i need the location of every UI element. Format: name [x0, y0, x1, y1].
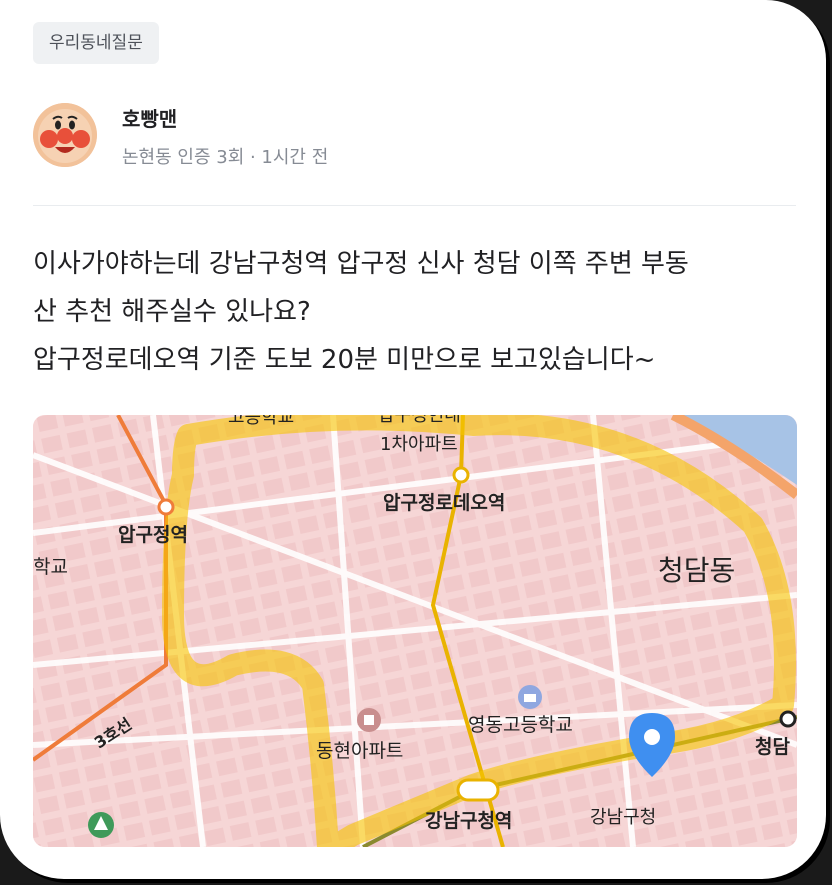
post-body-line: 산 추천 해주실수 있나요? [33, 297, 311, 327]
post-card: 우리동네질문 호빵맨 논현동 인증 3회 · 1시간 전 이사가야하는데 강남구… [0, 0, 826, 879]
apartment-icon-glyph [364, 715, 374, 725]
category-tag[interactable]: 우리동네질문 [33, 22, 159, 64]
station-apgujeong-icon[interactable] [157, 498, 175, 516]
avatar[interactable] [33, 103, 97, 167]
map-image[interactable]: 압구정역 압구정로데오역 1차아파트 압구정현대 고등학교 청담동 학교 영동고… [33, 415, 797, 847]
author-name[interactable]: 호빵맨 [122, 103, 177, 132]
station-cheongdam-icon[interactable] [779, 710, 797, 728]
map-label-cheongdam: 청담 [755, 736, 790, 758]
map-label-high-school-top: 고등학교 [228, 415, 294, 428]
post-body: 이사가야하는데 강남구청역 압구정 신사 청담 이쪽 주변 부동 산 추천 해주… [33, 240, 803, 384]
map-label-school-left: 학교 [33, 556, 68, 578]
divider [33, 205, 796, 206]
map-label-apgujeong-hyundai: 압구정현대 [378, 415, 461, 426]
map-label-apartment1: 1차아파트 [380, 434, 458, 455]
school-icon-glyph [524, 694, 536, 702]
post-body-line: 압구정로데오역 기준 도보 20분 미만으로 보고있습니다~ [33, 345, 656, 375]
post-body-line: 이사가야하는데 강남구청역 압구정 신사 청담 이쪽 주변 부동 [33, 249, 689, 279]
anpanman-avatar-icon [33, 103, 97, 167]
map-label-yeongdong-high: 영동고등학교 [468, 714, 573, 736]
map-label-gangnamgu-station: 강남구청역 [425, 810, 512, 832]
location-pin-dot [644, 729, 660, 745]
map-label-cheongdam-dong: 청담동 [658, 554, 735, 587]
map-label-rodeo-station: 압구정로데오역 [383, 492, 505, 514]
map-label-donghyun-apt: 동현아파트 [316, 740, 403, 762]
station-rodeo-icon[interactable] [452, 466, 470, 484]
map-label-apgujeong-station: 압구정역 [118, 524, 188, 546]
map-label-gangnamgu-office: 강남구청 [590, 807, 656, 828]
station-gangnamgu-icon[interactable] [456, 778, 500, 802]
post-meta: 논현동 인증 3회 · 1시간 전 [122, 147, 329, 168]
